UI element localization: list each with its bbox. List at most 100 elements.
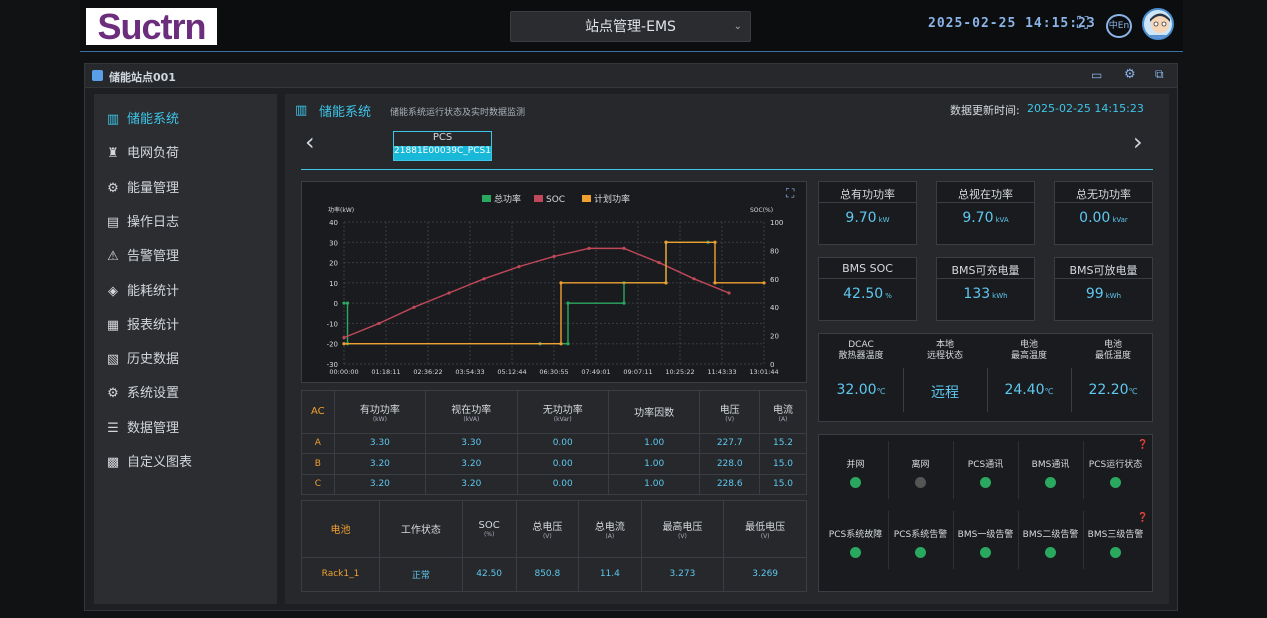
x-tick-label: 05:12:44 bbox=[497, 368, 526, 376]
column-header: SOC (%) bbox=[461, 500, 517, 558]
next-arrow-icon[interactable]: › bbox=[1133, 130, 1143, 154]
status-label: BMS一级告警 bbox=[957, 530, 1014, 540]
data-point bbox=[762, 281, 766, 285]
sidebar-item[interactable]: ▥ 储能系统 bbox=[104, 108, 179, 130]
status-dot bbox=[1045, 547, 1056, 558]
sidebar-item-label: 系统设置 bbox=[127, 386, 180, 402]
chart-fullscreen-icon[interactable]: ⛶ bbox=[786, 186, 794, 201]
column-header: 功率因数 bbox=[607, 390, 701, 434]
sidebar-item[interactable]: ☰ 数据管理 bbox=[104, 417, 179, 439]
y-tick-label: 30 bbox=[329, 239, 338, 247]
y-tick-label-right: 80 bbox=[770, 247, 779, 255]
column-header: AC bbox=[301, 390, 335, 434]
status-dot bbox=[980, 477, 991, 488]
warning-icon: ⚠ bbox=[107, 249, 119, 265]
data-point bbox=[342, 336, 346, 340]
temp-value: 32.00℃ bbox=[836, 382, 886, 398]
kpi-label: BMS SOC bbox=[842, 262, 893, 275]
status-dot bbox=[915, 547, 926, 558]
sidebar-item[interactable]: ▤ 操作日志 bbox=[104, 211, 179, 233]
kpi-label: 总视在功率 bbox=[958, 188, 1013, 201]
status-dot bbox=[1045, 477, 1056, 488]
sidebar-item-label: 能量管理 bbox=[127, 180, 180, 196]
status-indicator: BMS通讯 bbox=[1018, 435, 1083, 505]
device-type: PCS bbox=[432, 132, 453, 143]
datetime: 2025-02-25 14:15:23 bbox=[928, 16, 1096, 31]
table-cell: Rack1_1 bbox=[301, 556, 380, 593]
sidebar-item[interactable]: ⚙ 系统设置 bbox=[104, 382, 179, 404]
kpi-value: 133 kWh bbox=[963, 286, 1008, 302]
sidebar-item[interactable]: ♜ 电网负荷 bbox=[104, 142, 179, 164]
main-content: ▥ 储能系统 储能系统运行状态及实时数据监测 数据更新时间: 2025-02-2… bbox=[285, 94, 1169, 604]
legend-swatch bbox=[482, 195, 491, 202]
legend-label: SOC bbox=[546, 195, 565, 205]
kpi-value: 99 kWh bbox=[1085, 286, 1122, 302]
history-icon: ▧ bbox=[106, 352, 120, 368]
sidebar-item[interactable]: ▩ 自定义图表 bbox=[104, 451, 192, 473]
x-tick-label: 07:49:01 bbox=[581, 368, 610, 376]
sidebar-item[interactable]: ⚠ 告警管理 bbox=[104, 245, 179, 267]
table-row: A 3.30 3.30 0.00 1.00 227.7 15.2 bbox=[301, 432, 807, 455]
device-id: 21881E00039C_PCS1 bbox=[394, 146, 491, 160]
divider bbox=[953, 441, 954, 499]
data-point bbox=[342, 301, 346, 305]
table-cell: 0.00 bbox=[516, 432, 609, 455]
kpi-value: 9.70 kW bbox=[845, 210, 890, 226]
temp-value: 远程 bbox=[931, 385, 959, 401]
update-label: 数据更新时间: bbox=[950, 104, 1020, 117]
x-tick-label: 00:00:00 bbox=[329, 368, 358, 376]
temperature-panel: DCAC 散热器温度 32.00℃ 本地 远程状态 远程 电池 最高温度 24.40℃ 电池 最低温… bbox=[818, 333, 1153, 422]
data-point bbox=[657, 260, 661, 265]
temp-cell: 本地 远程状态 远程 bbox=[903, 334, 987, 423]
table-cell: 1.00 bbox=[607, 432, 701, 455]
table-cell: 0.00 bbox=[516, 473, 609, 496]
fullscreen-icon[interactable]: ⛶ bbox=[1077, 13, 1088, 33]
divider bbox=[903, 368, 904, 412]
y-axis-label-left: 功率(kW) bbox=[328, 206, 354, 214]
table-cell: 1.00 bbox=[607, 473, 701, 496]
column-header: 电池 bbox=[301, 500, 380, 558]
table-cell: 3.20 bbox=[425, 473, 518, 496]
device-tab[interactable]: PCS 21881E00039C_PCS1 bbox=[393, 131, 492, 161]
status-label: 离网 bbox=[911, 460, 930, 470]
sidebar-item[interactable]: ▧ 历史数据 bbox=[104, 348, 179, 370]
sidebar-item[interactable]: ⚙ 能量管理 bbox=[104, 177, 179, 199]
column-header: 有功功率 (kW) bbox=[333, 390, 427, 434]
chart-svg: 总功率 SOC 计划功率功率(kW) SOC(%)403020100-10-20-30… bbox=[327, 193, 784, 376]
expand-icon[interactable]: ⧉ bbox=[1155, 67, 1164, 82]
sidebar-item[interactable]: ▦ 报表统计 bbox=[104, 314, 179, 336]
data-point bbox=[664, 240, 668, 244]
data-point bbox=[447, 291, 451, 295]
sidebar-item[interactable]: ◈ 能耗统计 bbox=[104, 280, 179, 302]
table-cell: 15.0 bbox=[759, 473, 807, 496]
status-indicator: PCS系统告警 bbox=[888, 505, 953, 575]
table-row: B 3.20 3.20 0.00 1.00 228.0 15.0 bbox=[301, 453, 807, 475]
sidebar-item-label: 自定义图表 bbox=[127, 455, 193, 470]
sidebar-item-label: 历史数据 bbox=[127, 352, 180, 368]
language-icon[interactable]: 中En bbox=[1106, 14, 1132, 38]
data-point bbox=[559, 281, 563, 285]
divider bbox=[1018, 441, 1019, 499]
data-point bbox=[713, 281, 717, 285]
data-point bbox=[587, 246, 591, 250]
sidebar-item-label: 告警管理 bbox=[127, 249, 180, 265]
y-axis-label-right: SOC(%) bbox=[750, 207, 773, 214]
table-header-row: 电池 工作状态 SOC (%) 总电压 (V) 总电流 (A) 最高电压 (V) 最低电压 (V) bbox=[301, 500, 807, 558]
chart-icon: ▩ bbox=[106, 455, 120, 470]
data-point bbox=[566, 301, 570, 305]
update-time: 2025-02-25 14:15:23 bbox=[1027, 102, 1144, 115]
avatar[interactable] bbox=[1142, 8, 1174, 40]
sidebar-item-label: 电网负荷 bbox=[127, 146, 180, 162]
status-label: BMS通讯 bbox=[1031, 460, 1070, 470]
prev-arrow-icon[interactable]: ‹ bbox=[305, 130, 315, 154]
data-point bbox=[727, 291, 731, 295]
table-cell: 227.7 bbox=[699, 432, 761, 455]
temp-cell: 电池 最低温度 22.20℃ bbox=[1071, 334, 1155, 423]
data-point bbox=[566, 342, 570, 346]
status-indicator: PCS运行状态 bbox=[1083, 435, 1148, 505]
tab-divider bbox=[301, 169, 1153, 170]
settings-icon[interactable]: ⚙ bbox=[1124, 67, 1136, 82]
table-row: Rack1_1 正常 42.50 850.8 11.4 3.273 3.269 bbox=[301, 556, 807, 593]
monitor-icon[interactable]: ▭ bbox=[1091, 68, 1102, 82]
site-selector[interactable]: 站点管理-EMS ⌄ bbox=[510, 11, 751, 42]
